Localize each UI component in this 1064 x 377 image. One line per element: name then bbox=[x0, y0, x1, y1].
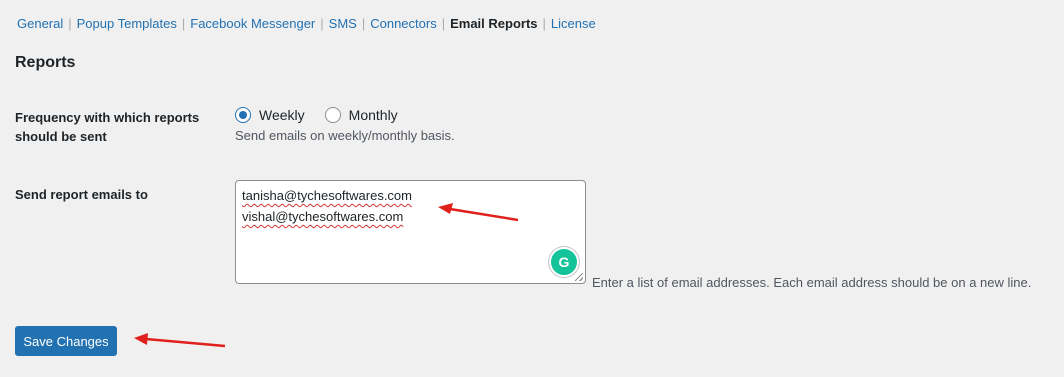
subnav-popup-templates[interactable]: Popup Templates bbox=[77, 16, 177, 31]
subnav-general[interactable]: General bbox=[17, 16, 63, 31]
subnav-connectors[interactable]: Connectors bbox=[370, 16, 436, 31]
subnav-separator: | bbox=[441, 16, 446, 31]
subnav-separator: | bbox=[320, 16, 324, 31]
resize-handle-icon[interactable] bbox=[575, 273, 583, 281]
frequency-label: Frequency with which reports should be s… bbox=[15, 110, 200, 144]
subnav-sms[interactable]: SMS bbox=[329, 16, 357, 31]
subnav-license[interactable]: License bbox=[551, 16, 596, 31]
weekly-radio-label[interactable]: Weekly bbox=[259, 107, 305, 123]
subnav-email-reports-current: Email Reports bbox=[450, 16, 538, 31]
report-emails-textarea[interactable]: tanisha@tychesoftwares.com vishal@tyches… bbox=[235, 180, 586, 284]
monthly-radio[interactable] bbox=[324, 107, 341, 123]
weekly-radio[interactable] bbox=[235, 107, 251, 123]
frequency-description: Send emails on weekly/monthly basis. bbox=[235, 128, 455, 143]
emails-label: Send report emails to bbox=[15, 187, 148, 202]
subnav-separator: | bbox=[542, 16, 546, 31]
email-line: tanisha@tychesoftwares.com bbox=[242, 188, 412, 203]
frequency-radio-group: Weekly Monthly bbox=[235, 107, 418, 123]
settings-subnav: General | Popup Templates | Facebook Messeng… bbox=[17, 16, 596, 32]
section-title: Reports bbox=[15, 54, 76, 71]
monthly-radio-label[interactable]: Monthly bbox=[349, 107, 398, 123]
annotation-arrow-icon bbox=[134, 333, 226, 348]
subnav-separator: | bbox=[181, 16, 186, 31]
radio-selected-dot bbox=[239, 111, 247, 119]
save-changes-button[interactable]: Save Changes bbox=[15, 326, 117, 356]
subnav-facebook-messenger[interactable]: Facebook Messenger bbox=[190, 16, 315, 31]
subnav-separator: | bbox=[68, 16, 72, 31]
email-line: vishal@tychesoftwares.com bbox=[242, 209, 404, 224]
emails-description: Enter a list of email addresses. Each em… bbox=[592, 275, 1032, 290]
subnav-separator: | bbox=[361, 16, 366, 31]
annotation-arrow-icon bbox=[438, 203, 519, 222]
